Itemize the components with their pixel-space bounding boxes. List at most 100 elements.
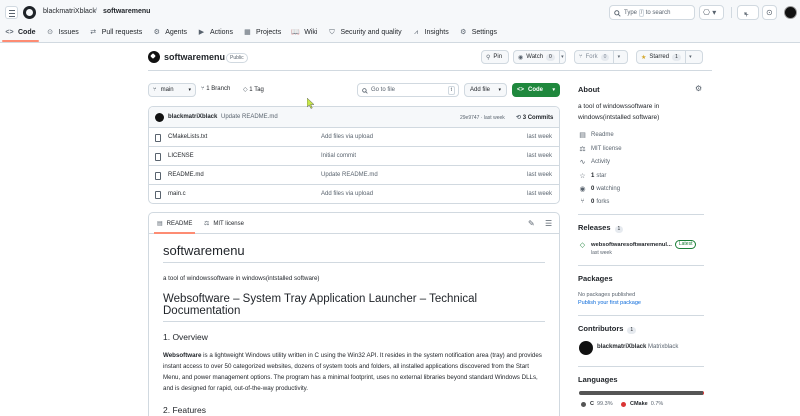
tab-insights[interactable]: ⩘ Insights [407, 26, 454, 38]
repo-owner-avatar[interactable] [148, 51, 160, 63]
releases-title-label: Releases [578, 223, 611, 232]
chevron-down-icon[interactable]: ▾ [558, 51, 565, 63]
visibility-badge: Public [226, 53, 248, 63]
table-row[interactable]: main.c Add files via upload last week [149, 185, 559, 203]
tab-settings[interactable]: ⚙ Settings [454, 26, 502, 38]
tab-readme[interactable]: ▤ README [153, 220, 196, 234]
breadcrumb-owner[interactable]: blackmatriXblack [43, 8, 96, 15]
fork-button[interactable]: ⑂ Fork 0 ▾ [574, 50, 628, 64]
issues-button[interactable]: ⊙ [762, 5, 777, 20]
branches-link[interactable]: ⑂ 1 Branch [201, 86, 230, 92]
tab-readme-label: README [166, 220, 193, 227]
file-icon [155, 191, 161, 199]
watch-count: 0 [546, 53, 555, 61]
readme-body: softwaremenu a tool of windowssoftware i… [163, 243, 545, 415]
chevron-down-icon[interactable]: ▾ [613, 51, 623, 63]
file-commit-message[interactable]: Add files via upload [321, 134, 373, 140]
tab-pull-requests[interactable]: ⇄ Pull requests [84, 26, 147, 38]
latest-badge: Latest [674, 240, 697, 249]
branch-name: main [160, 87, 174, 93]
watchers-link[interactable]: ◉ 0 watching [578, 185, 620, 193]
tab-issues[interactable]: ⊙ Issues [41, 26, 84, 38]
file-commit-message[interactable]: Initial commit [321, 153, 356, 159]
stars-count: 1 [591, 173, 595, 179]
contributor-name: Matrixblack [648, 344, 679, 350]
file-name[interactable]: README.md [168, 172, 204, 178]
section-heading-overview: 1. Overview [163, 332, 208, 342]
tab-agents[interactable]: ⚙ Agents [147, 26, 192, 38]
language-bar [579, 391, 704, 395]
issue-icon: ⊙ [766, 8, 773, 17]
table-row[interactable]: README.md Update README.md last week [149, 166, 559, 185]
gear-icon[interactable]: ⚙ [695, 84, 702, 93]
forks-count: 0 [591, 198, 595, 205]
breadcrumb-repo[interactable]: softwaremenu [103, 8, 150, 15]
search-icon [362, 88, 368, 94]
chevron-down-icon: ▾ [552, 87, 555, 93]
watchers-label: watching [596, 186, 621, 192]
contributor-entry[interactable]: blackmatriXblack Matrixblack [597, 344, 678, 350]
github-logo-icon[interactable] [23, 6, 36, 19]
packages-title[interactable]: Packages [578, 274, 613, 283]
readme-link[interactable]: ▤ Readme [578, 131, 614, 139]
outline-icon[interactable]: ☰ [545, 219, 552, 228]
law-icon: ⚖ [204, 221, 210, 227]
tab-license[interactable]: ⚖ MIT license [204, 220, 244, 228]
file-name[interactable]: main.c [168, 191, 186, 197]
commit-message[interactable]: Update README.md [221, 114, 278, 120]
language-c[interactable]: C 99.3% [581, 401, 613, 407]
stars-link[interactable]: ☆ 1 star [578, 172, 606, 180]
commits-link[interactable]: ⟲ 3 Commits [516, 114, 553, 121]
search-input[interactable]: Type / to search [609, 5, 695, 20]
branch-icon: ⑂ [153, 87, 157, 93]
overview-paragraph: Websoftware is a lightweight Windows uti… [163, 350, 545, 394]
contributors-count: 1 [627, 327, 637, 334]
tab-actions[interactable]: ▶ Actions [192, 26, 238, 38]
table-row[interactable]: LICENSE Initial commit last week [149, 147, 559, 166]
tab-wiki[interactable]: 📖 Wiki [286, 26, 322, 38]
edit-icon[interactable]: ✎ [528, 219, 535, 228]
file-commit-message[interactable]: Update README.md [321, 172, 378, 178]
tag-icon: ◇ [579, 241, 586, 249]
tags-label: 1 Tag [249, 87, 264, 93]
go-to-file-input[interactable]: Go to file t [357, 83, 459, 97]
license-link[interactable]: ⚖ MIT license [578, 145, 621, 153]
forks-link[interactable]: ⑂ 0 forks [578, 198, 609, 205]
tag-icon: ◇ [243, 87, 248, 93]
contributors-title[interactable]: Contributors 1 [578, 324, 637, 334]
table-row[interactable]: CMakeLists.txt Add files via upload last w… [149, 128, 559, 147]
file-name[interactable]: CMakeLists.txt [168, 134, 207, 140]
latest-release[interactable]: ◇ websoftwaresoftwaremenul... Latest [578, 240, 697, 249]
tab-security-and-quality[interactable]: ⛉ Security and quality [322, 26, 406, 38]
tab-code[interactable]: <> Code [0, 26, 41, 42]
releases-title[interactable]: Releases 1 [578, 223, 624, 233]
avatar[interactable] [784, 6, 797, 19]
code-button[interactable]: <> Code ▾ [512, 83, 560, 97]
pin-button[interactable]: ⚲ Pin [481, 50, 509, 64]
star-button[interactable]: ★ Starred 1 ▾ [636, 50, 703, 64]
copilot-icon: ⎔ ▾ [703, 8, 717, 17]
commit-author[interactable]: blackmatriXblack [168, 114, 217, 120]
tab-label: Pull requests [101, 28, 143, 36]
branch-select[interactable]: ⑂ main ▾ [148, 83, 196, 97]
activity-link[interactable]: ∿ Activity [578, 158, 610, 166]
repo-title[interactable]: softwaremenu [164, 52, 225, 62]
copilot-button[interactable]: ⎔ ▾ [699, 5, 724, 20]
create-new-button[interactable]: + ▾ [737, 5, 759, 20]
chevron-down-icon[interactable]: ▾ [684, 51, 695, 63]
add-file-button[interactable]: Add file ▾ [464, 83, 507, 97]
tags-link[interactable]: ◇ 1 Tag [243, 86, 264, 93]
avatar[interactable] [579, 341, 593, 355]
file-name[interactable]: LICENSE [168, 153, 194, 159]
tab-projects[interactable]: ▦ Projects [238, 26, 286, 38]
agents-icon: ⚙ [153, 28, 160, 36]
commit-meta[interactable]: 29e9747 · last week [460, 115, 505, 121]
menu-button[interactable] [5, 6, 18, 19]
publish-package-link[interactable]: Publish your first package [578, 300, 641, 306]
language-cmake-name: CMake [630, 401, 648, 407]
watch-button[interactable]: ◉ Watch 0 ▾ [513, 50, 566, 64]
file-commit-message[interactable]: Add files via upload [321, 191, 373, 197]
language-bar-c [579, 391, 704, 395]
language-cmake[interactable]: CMake 0.7% [621, 401, 663, 407]
avatar[interactable] [155, 113, 164, 122]
